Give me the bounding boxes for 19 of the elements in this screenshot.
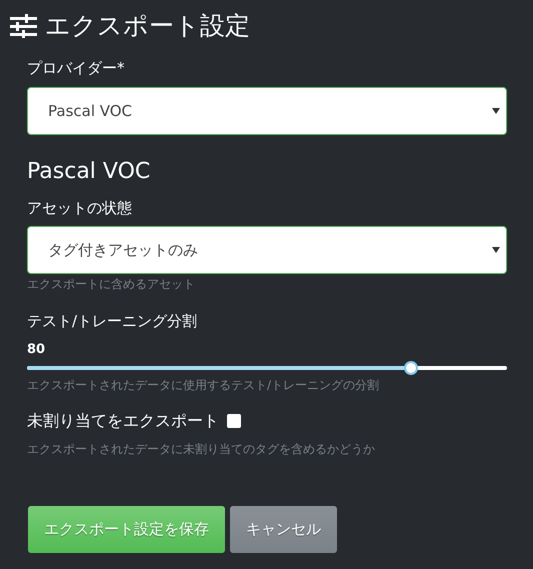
asset-state-select[interactable]: タグ付きアセットのみ [27, 226, 507, 274]
section-heading: Pascal VOC [27, 158, 150, 186]
checkbox-label: 未割り当てをエクスポート [27, 411, 219, 431]
split-slider[interactable] [27, 361, 507, 375]
help-text: エクスポートに含めるアセット [27, 276, 195, 292]
help-text: エクスポートされたデータに使用するテスト/トレーニングの分割 [27, 377, 380, 393]
field-label: テスト/トレーニング分割 [27, 311, 198, 331]
slider-value: 80 [27, 341, 46, 359]
caret-icon [492, 247, 500, 253]
field-label: アセットの状態 [27, 198, 132, 218]
caret-icon [492, 108, 500, 114]
slider-thumb[interactable] [404, 361, 418, 375]
field-label: プロバイダー* [27, 58, 124, 78]
help-text: エクスポートされたデータに未割り当てのタグを含めるかどうか [27, 441, 375, 457]
page-title: エクスポート設定 [45, 10, 250, 42]
checkbox[interactable] [227, 414, 241, 428]
cancel-button[interactable]: キャンセル [230, 506, 337, 553]
settings-icon [10, 14, 37, 38]
provider-select[interactable]: Pascal VOC [27, 87, 507, 135]
